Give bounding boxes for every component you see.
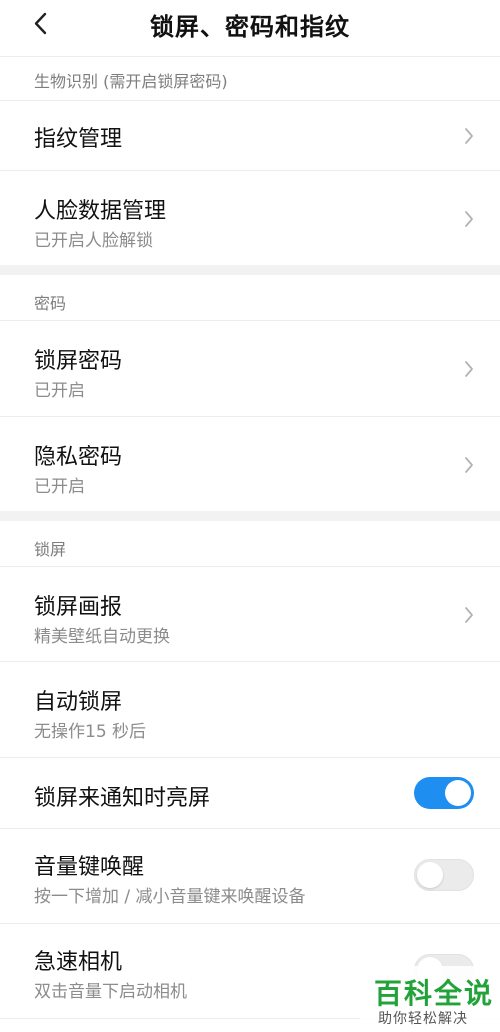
watermark-title: 百科全说: [374, 977, 495, 1010]
chevron-right-icon: [462, 208, 476, 230]
item-subtitle: 已开启: [34, 477, 85, 497]
section-label-biometrics: 生物识别 (需开启锁屏密码): [34, 72, 228, 91]
settings-item-wake-on-notification: 锁屏来通知时亮屏: [0, 758, 500, 828]
settings-item-volume-key-wake: 音量键唤醒 按一下增加 / 减小音量键来唤醒设备: [0, 829, 500, 923]
chevron-right-icon: [462, 358, 476, 380]
page-title: 锁屏、密码和指纹: [150, 13, 350, 41]
settings-item-lock-screen-wallpaper[interactable]: 锁屏画报 精美壁纸自动更换: [0, 567, 500, 661]
chevron-right-icon: [462, 125, 476, 147]
toggle-knob: [445, 780, 471, 806]
settings-item-privacy-password[interactable]: 隐私密码 已开启: [0, 417, 500, 511]
toggle-knob: [417, 862, 443, 888]
volume-key-wake-toggle[interactable]: [414, 859, 474, 891]
title-bar: 锁屏、密码和指纹: [0, 0, 500, 56]
item-subtitle: 已开启: [34, 381, 85, 401]
section-label-lock-screen: 锁屏: [34, 540, 67, 559]
item-title: 人脸数据管理: [34, 199, 167, 224]
item-title: 隐私密码: [34, 445, 123, 470]
settings-item-fingerprint[interactable]: 指纹管理: [0, 101, 500, 170]
divider: [0, 56, 500, 57]
section-separator: [0, 265, 500, 275]
watermark-logo: 百科全说 助你轻松解决: [360, 966, 500, 1032]
item-title: 音量键唤醒: [34, 855, 145, 880]
settings-item-face-data[interactable]: 人脸数据管理 已开启人脸解锁: [0, 171, 500, 265]
chevron-right-icon: [462, 454, 476, 476]
item-title: 锁屏来通知时亮屏: [34, 786, 211, 811]
watermark-subtitle: 助你轻松解决: [378, 1011, 468, 1027]
settings-item-auto-lock[interactable]: 自动锁屏 无操作15 秒后: [0, 662, 500, 757]
item-title: 锁屏画报: [34, 595, 123, 620]
section-separator: [0, 511, 500, 521]
item-subtitle: 已开启人脸解锁: [34, 231, 153, 251]
item-title: 急速相机: [34, 950, 123, 975]
section-label-password: 密码: [34, 294, 67, 313]
item-subtitle: 双击音量下启动相机: [34, 982, 187, 1002]
chevron-right-icon: [462, 604, 476, 626]
item-title: 指纹管理: [34, 127, 123, 152]
wake-on-notification-toggle[interactable]: [414, 777, 474, 809]
item-subtitle: 按一下增加 / 减小音量键来唤醒设备: [34, 887, 306, 907]
item-title: 锁屏密码: [34, 349, 123, 374]
item-subtitle: 无操作15 秒后: [34, 722, 147, 742]
item-title: 自动锁屏: [34, 690, 123, 715]
item-subtitle: 精美壁纸自动更换: [34, 627, 170, 647]
settings-item-lock-screen-password[interactable]: 锁屏密码 已开启: [0, 321, 500, 416]
